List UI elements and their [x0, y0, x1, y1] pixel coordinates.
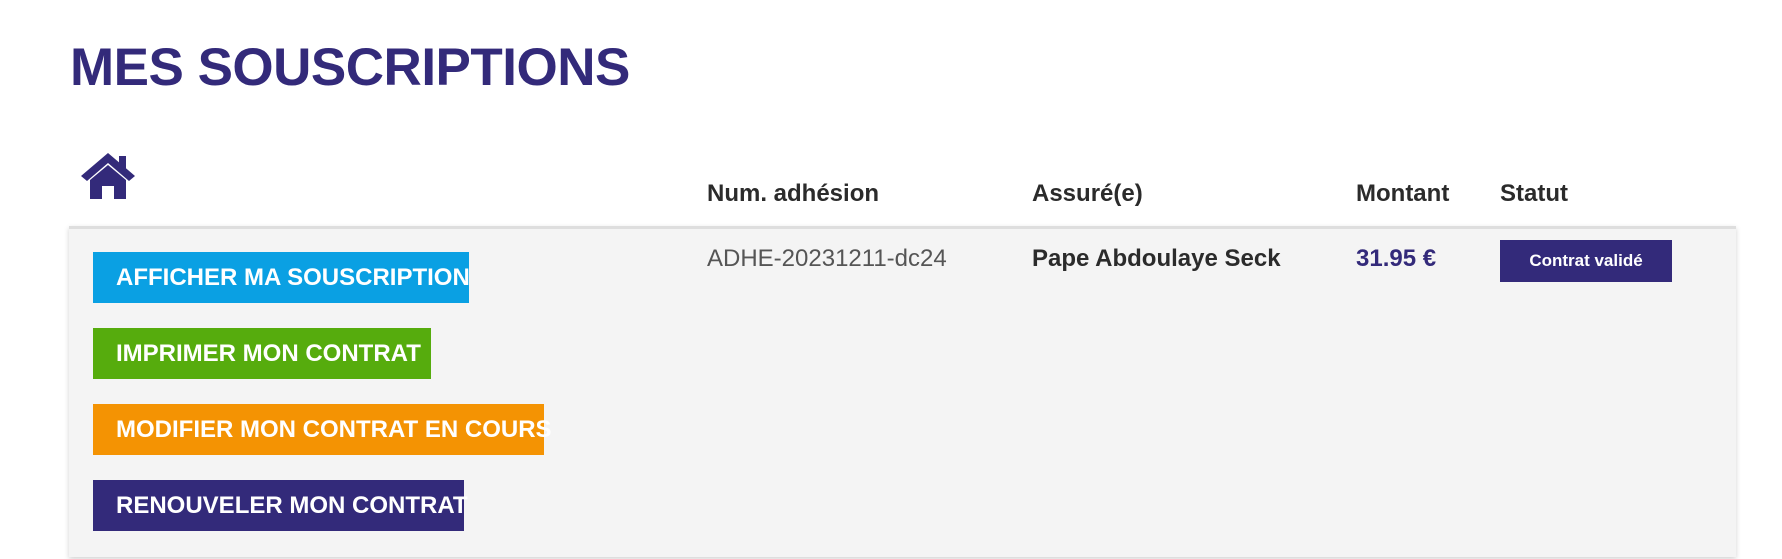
column-header-assure: Assuré(e)	[1032, 180, 1143, 207]
subscription-row: AFFICHER MA SOUSCRIPTION IMPRIMER MON CO…	[69, 226, 1736, 557]
column-header-num-adhesion: Num. adhésion	[707, 180, 880, 207]
status-badge: Contrat validé	[1500, 240, 1672, 282]
modifier-contrat-button[interactable]: MODIFIER MON CONTRAT EN COURS	[93, 404, 552, 455]
adhesion-number: ADHE-20231211-dc24	[707, 245, 947, 272]
amount-value: 31.95 €	[1356, 245, 1437, 272]
home-icon[interactable]	[80, 153, 136, 199]
insured-name: Pape Abdoulaye Seck	[1032, 245, 1281, 272]
imprimer-contrat-button[interactable]: IMPRIMER MON CONTRAT	[93, 328, 431, 379]
renouveler-contrat-button[interactable]: RENOUVELER MON CONTRAT	[93, 480, 468, 531]
column-header-montant: Montant	[1356, 180, 1450, 207]
column-header-statut: Statut	[1500, 180, 1568, 207]
page-title: MES SOUSCRIPTIONS	[70, 38, 630, 97]
afficher-souscription-button[interactable]: AFFICHER MA SOUSCRIPTION	[93, 252, 470, 303]
